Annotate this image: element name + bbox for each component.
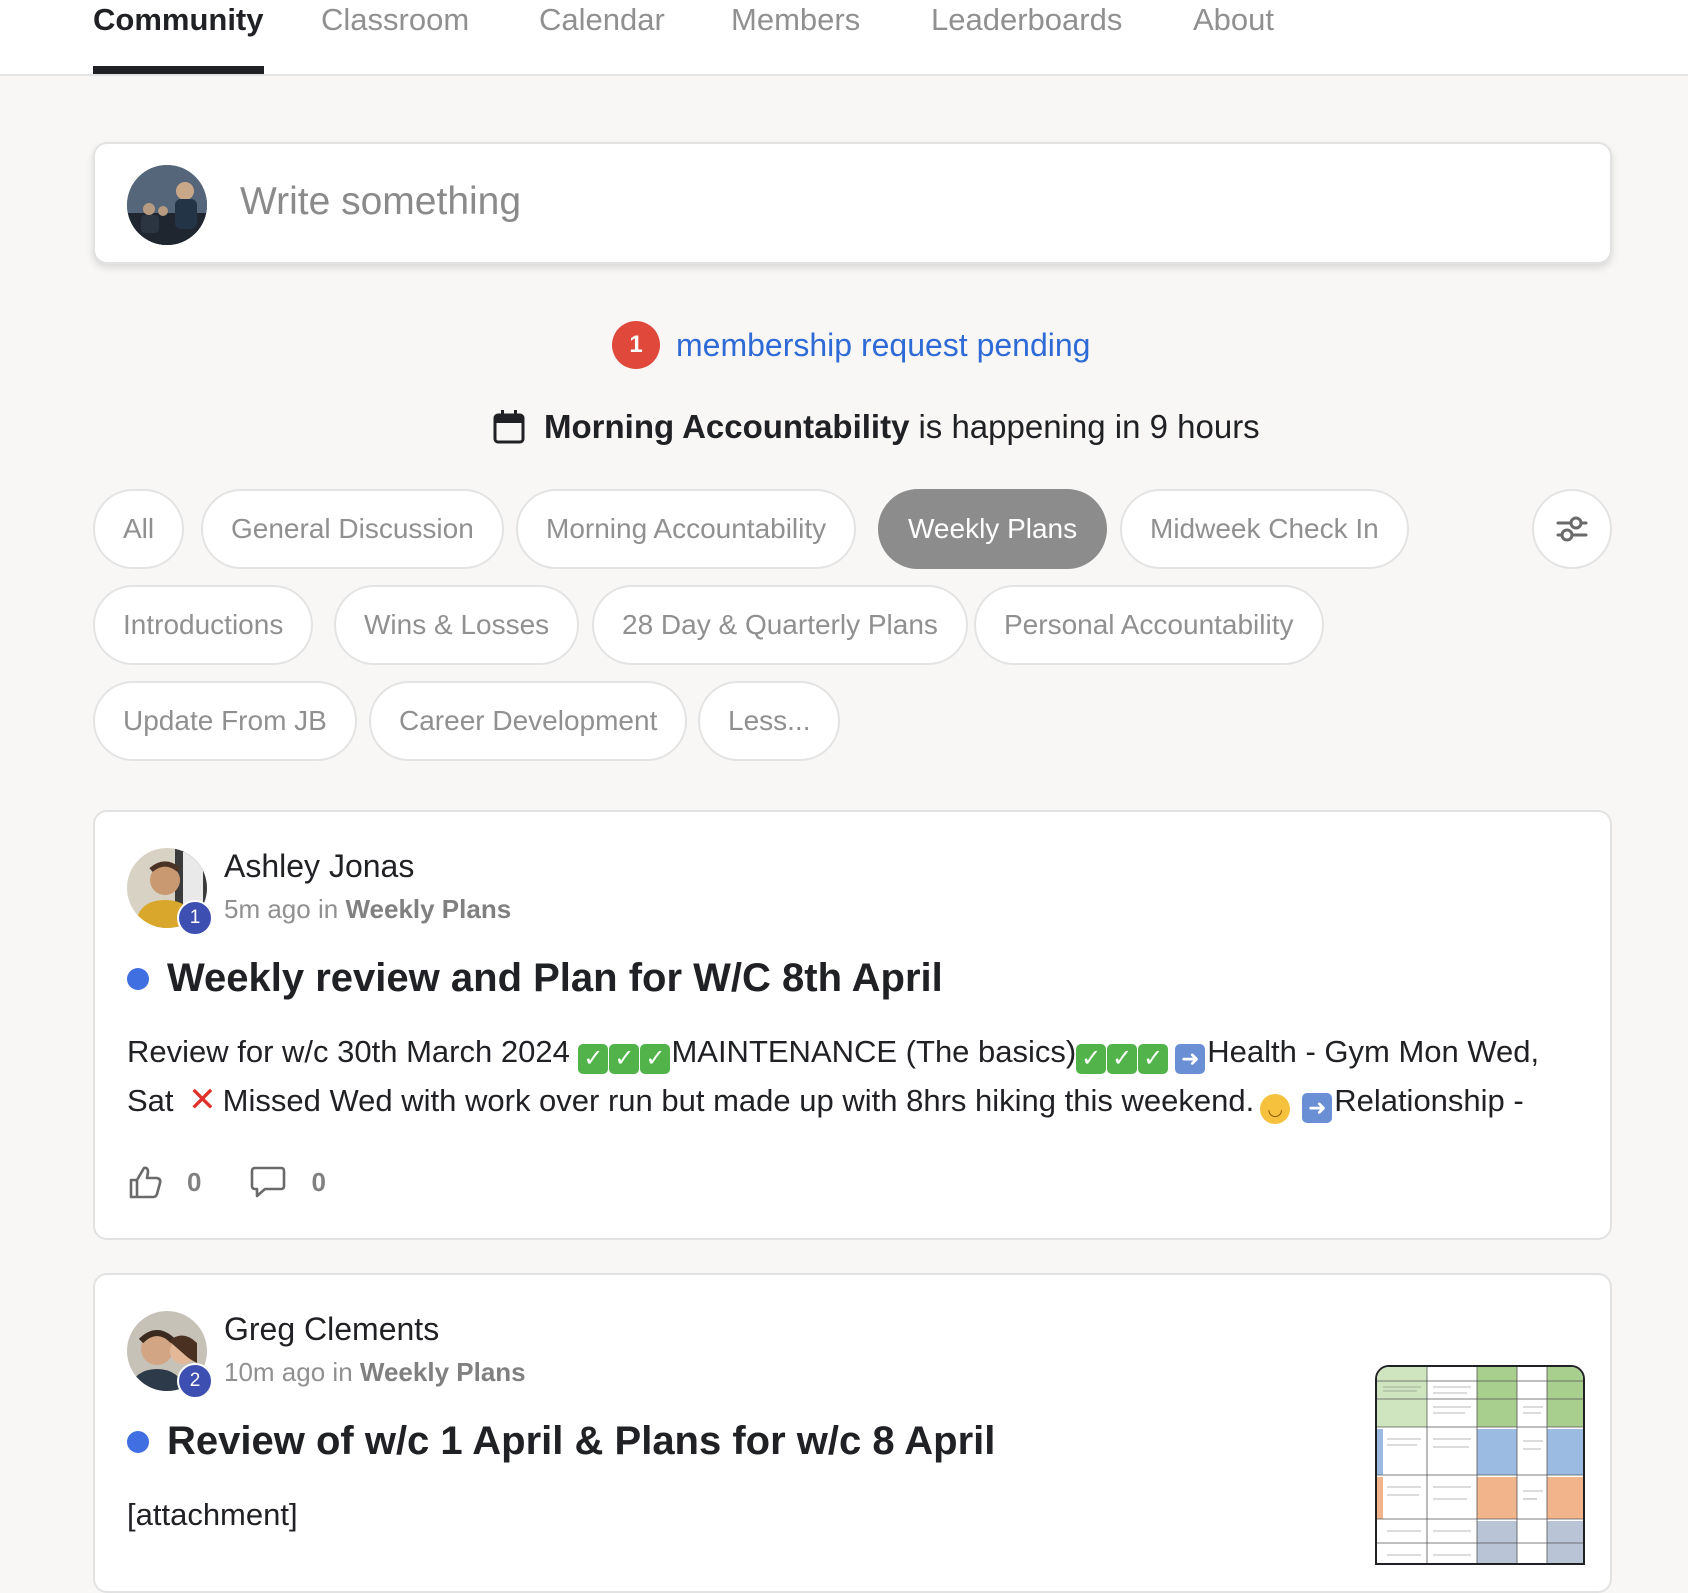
right-arrow-icon: ➜	[1302, 1093, 1333, 1123]
smiley-icon: ◡	[1260, 1094, 1291, 1124]
category-chip-morning-accountability[interactable]: Morning Accountability	[516, 489, 857, 569]
tab-about[interactable]: About	[1193, 0, 1274, 76]
tab-leaderboards[interactable]: Leaderboards	[931, 0, 1122, 76]
check-mark-icon: ✓	[578, 1044, 609, 1074]
tab-label: About	[1193, 2, 1275, 37]
post-body-text: Missed Wed with work over run but made u…	[222, 1083, 1255, 1118]
comment-count: 0	[311, 1166, 326, 1197]
right-arrow-icon: ➜	[1175, 1044, 1206, 1074]
tab-label: Classroom	[321, 2, 470, 37]
post-in: in	[317, 894, 339, 924]
category-chip-general-discussion[interactable]: General Discussion	[201, 489, 504, 569]
tab-label: Community	[93, 2, 264, 37]
post-title-row[interactable]: Review of w/c 1 April & Plans for w/c 8 …	[127, 1419, 995, 1464]
check-mark-icon: ✓	[640, 1044, 671, 1074]
write-post-box[interactable]: Write something	[93, 142, 1612, 264]
post-card[interactable]: 2 Greg Clements 10m ago in Weekly Plans …	[93, 1273, 1612, 1593]
sliders-icon	[1556, 516, 1588, 542]
category-chip-wins-losses[interactable]: Wins & Losses	[334, 585, 580, 665]
author-name[interactable]: Greg Clements	[224, 1311, 439, 1348]
tab-label: Leaderboards	[931, 2, 1123, 37]
pending-count-badge: 1	[612, 321, 660, 369]
check-mark-icon: ✓	[1076, 1044, 1107, 1074]
filter-settings-button[interactable]	[1532, 489, 1612, 569]
post-time: 5m ago	[224, 894, 311, 924]
post-body[interactable]: [attachment]	[127, 1491, 1587, 1539]
write-something-placeholder[interactable]: Write something	[240, 180, 521, 224]
post-meta: 10m ago in Weekly Plans	[224, 1357, 526, 1388]
category-chip-personal-accountability[interactable]: Personal Accountability	[974, 585, 1324, 665]
post-card[interactable]: 1 Ashley Jonas 5m ago in Weekly Plans We…	[93, 810, 1612, 1240]
level-badge: 1	[177, 900, 213, 936]
post-body-text: MAINTENANCE (The basics)	[671, 1034, 1077, 1069]
level-badge: 2	[177, 1363, 213, 1399]
post-category[interactable]: Weekly Plans	[345, 894, 511, 924]
check-mark-icon: ✓	[1138, 1044, 1169, 1074]
tab-label: Calendar	[539, 2, 665, 37]
post-body[interactable]: Review for w/c 30th March 2024 ✓ ✓ ✓ MAINTE…	[127, 1028, 1587, 1125]
membership-pending-notice[interactable]: 1 membership request pending	[612, 320, 1090, 370]
like-count: 0	[187, 1166, 202, 1197]
unread-dot	[127, 1430, 149, 1453]
post-title[interactable]: Weekly review and Plan for W/C 8th April	[167, 956, 943, 1001]
category-chip-weekly-plans[interactable]: Weekly Plans	[878, 489, 1108, 569]
check-mark-icon: ✓	[609, 1044, 640, 1074]
category-chip-update-from-jb[interactable]: Update From JB	[93, 681, 357, 761]
check-mark-icon: ✓	[1107, 1044, 1138, 1074]
show-less-chip[interactable]: Less...	[698, 681, 841, 761]
top-nav: Community Classroom Calendar Members Lea…	[0, 0, 1688, 76]
active-tab-indicator	[93, 66, 264, 74]
category-chip-midweek-check-in[interactable]: Midweek Check In	[1120, 489, 1409, 569]
post-body-text: Sat	[127, 1083, 183, 1118]
tab-members[interactable]: Members	[731, 0, 860, 76]
post-title[interactable]: Review of w/c 1 April & Plans for w/c 8 …	[167, 1419, 995, 1464]
calendar-icon	[493, 410, 525, 444]
thumbs-up-icon[interactable]	[127, 1164, 163, 1200]
post-actions: 0 0	[127, 1164, 374, 1200]
post-body-text: Review for w/c 30th March 2024	[127, 1034, 579, 1069]
author-name[interactable]: Ashley Jonas	[224, 848, 414, 885]
tab-calendar[interactable]: Calendar	[539, 0, 665, 76]
post-category[interactable]: Weekly Plans	[360, 1357, 526, 1387]
event-timing: is happening in 9 hours	[918, 408, 1260, 445]
category-chip-career-development[interactable]: Career Development	[369, 681, 688, 761]
category-chip-introductions[interactable]: Introductions	[93, 585, 314, 665]
post-meta: 5m ago in Weekly Plans	[224, 894, 511, 925]
attachment-thumbnail[interactable]	[1375, 1365, 1585, 1565]
post-body-text: Relationship -	[1334, 1083, 1524, 1118]
event-name[interactable]: Morning Accountability	[544, 408, 909, 446]
tab-community[interactable]: Community	[93, 0, 264, 76]
post-time: 10m ago	[224, 1357, 326, 1387]
category-chip-28-day-quarterly-plans[interactable]: 28 Day & Quarterly Plans	[592, 585, 968, 665]
category-chip-all[interactable]: All	[93, 489, 185, 569]
user-avatar	[127, 165, 207, 245]
comment-icon[interactable]	[249, 1165, 287, 1199]
tab-label: Members	[731, 2, 861, 37]
membership-request-link[interactable]: membership request pending	[676, 327, 1090, 364]
upcoming-event-notice[interactable]: Morning Accountability is happening in 9…	[492, 405, 1260, 449]
post-body-text: Health - Gym Mon Wed,	[1207, 1034, 1540, 1069]
post-in: in	[332, 1357, 353, 1387]
post-title-row[interactable]: Weekly review and Plan for W/C 8th April	[127, 956, 943, 1001]
cross-mark-icon: ✕	[188, 1081, 217, 1119]
unread-dot	[127, 967, 149, 990]
tab-classroom[interactable]: Classroom	[321, 0, 469, 76]
